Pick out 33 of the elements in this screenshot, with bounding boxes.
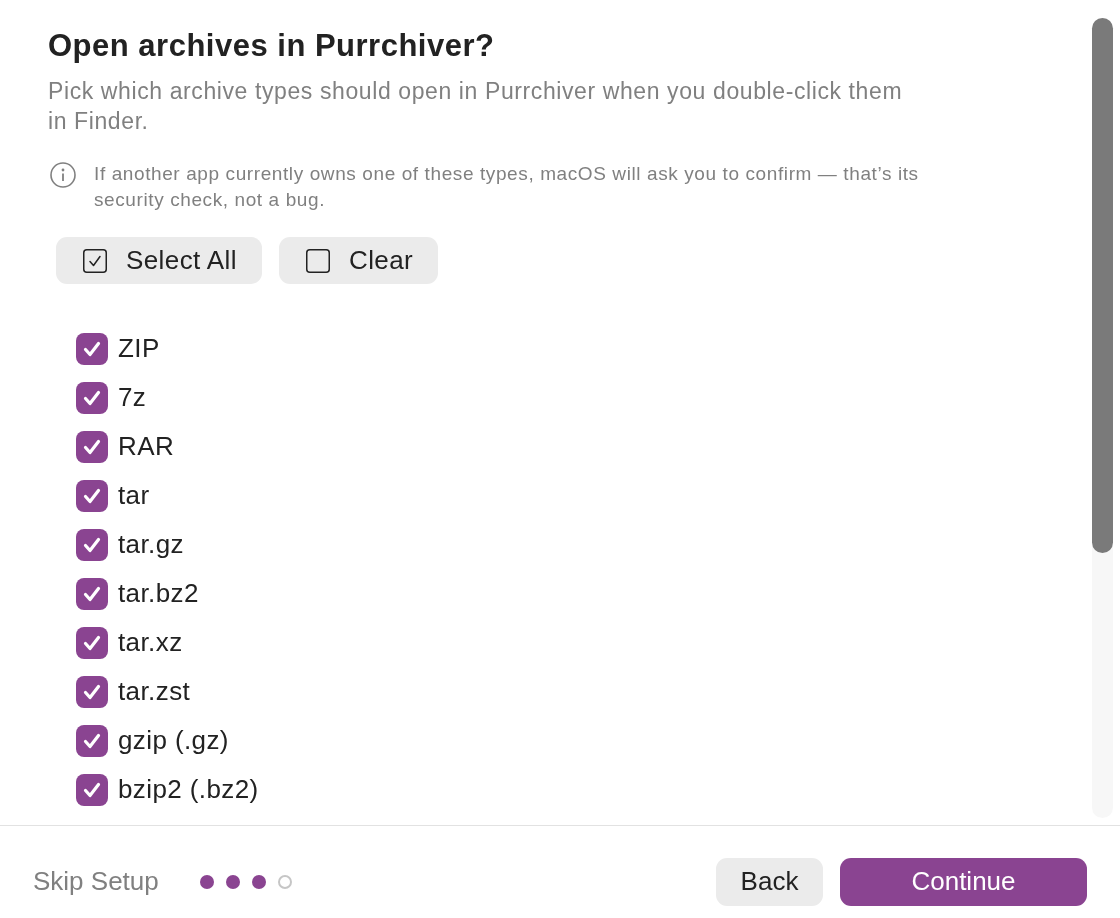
checkbox-label[interactable]: RAR	[118, 431, 175, 462]
scrollbar-thumb[interactable]	[1092, 18, 1113, 553]
checkbox-label[interactable]: ZIP	[118, 333, 160, 364]
checkbox-label[interactable]: tar.bz2	[118, 578, 199, 609]
subtitle-text: Pick which archive types should open in Purrchiver when you double-click them in Finder.	[48, 77, 904, 136]
info-note: If another app currently owns one of these types, macOS will ask you to confirm — that’s its security check, not a bug.	[94, 162, 920, 212]
skip-setup-link[interactable]: Skip Setup	[33, 866, 159, 897]
checkbox[interactable]	[76, 675, 108, 708]
checkbox[interactable]	[76, 626, 108, 659]
checkbox[interactable]	[76, 528, 108, 561]
checkbox[interactable]	[76, 773, 108, 806]
checkbox[interactable]	[76, 332, 108, 365]
checkbox-label[interactable]: tar	[118, 480, 150, 511]
checkbox[interactable]	[76, 479, 108, 512]
checkbox-label[interactable]: tar.xz	[118, 627, 183, 658]
select-all-button[interactable]: Select All	[56, 237, 262, 284]
checkbox-label[interactable]: tar.zst	[118, 676, 191, 707]
dialog-title: Open archives in Purrchiver?	[48, 27, 496, 65]
checked-box-icon	[83, 248, 107, 273]
checkbox-label[interactable]: 7z	[118, 382, 147, 413]
empty-box-icon	[305, 248, 330, 273]
checkbox[interactable]	[76, 577, 108, 610]
clear-button[interactable]: Clear	[278, 237, 439, 284]
checkbox[interactable]	[76, 381, 108, 414]
info-icon	[50, 162, 76, 188]
continue-button[interactable]: Continue	[840, 857, 1087, 906]
checkbox[interactable]	[76, 430, 108, 463]
checkbox[interactable]	[76, 724, 108, 757]
checkbox-label[interactable]: bzip2 (.bz2)	[118, 774, 259, 805]
checkbox-label[interactable]: tar.gz	[118, 529, 184, 560]
checkbox-label[interactable]: gzip (.gz)	[118, 725, 229, 756]
scrollbar-track[interactable]	[1092, 18, 1113, 818]
back-button[interactable]: Back	[716, 857, 823, 906]
